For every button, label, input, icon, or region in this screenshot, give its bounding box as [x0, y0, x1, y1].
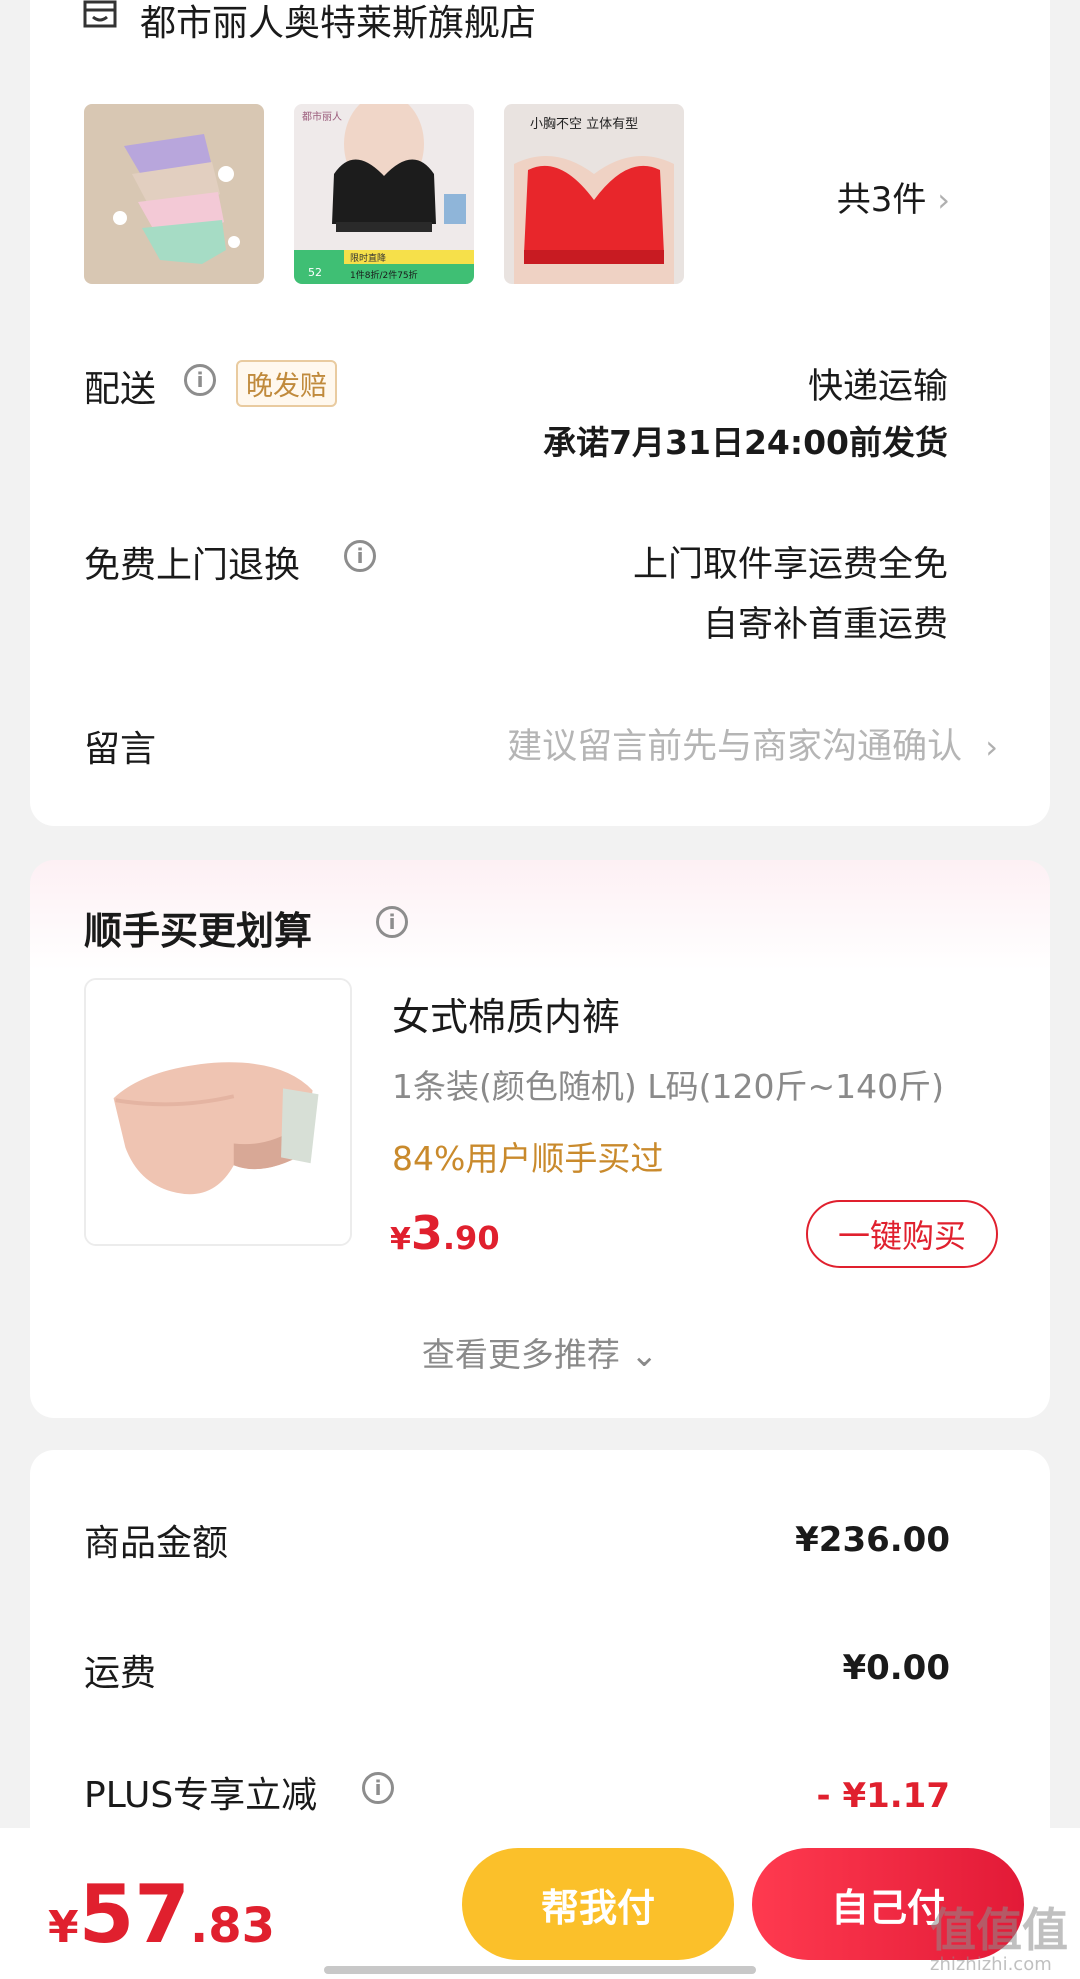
- product-thumb-red-bra[interactable]: 小胸不空 立体有型: [504, 104, 684, 284]
- addon-social-proof: 84%用户顺手买过: [392, 1139, 664, 1178]
- delivery-info-icon[interactable]: i: [184, 364, 216, 396]
- goods-amount-value: ¥236.00: [795, 1520, 950, 1560]
- brand-text: 都市丽人: [302, 110, 342, 123]
- home-indicator[interactable]: [324, 1966, 756, 1974]
- return-line-2: 自寄补首重运费: [702, 605, 948, 645]
- message-placeholder: 建议留言前先与商家沟通确认: [507, 727, 963, 767]
- delivery-label: 配送: [84, 369, 157, 410]
- store-name[interactable]: 都市丽人奥特莱斯旗舰店: [140, 0, 536, 46]
- plus-info-icon[interactable]: i: [362, 1772, 394, 1804]
- shipping-label: 运费: [84, 1653, 157, 1694]
- chevron-right-icon: ›: [985, 728, 998, 766]
- red-bra-caption: 小胸不空 立体有型: [530, 117, 638, 132]
- promo-number: 52: [308, 266, 322, 279]
- more-recommendations-link[interactable]: 查看更多推荐 ⌄: [30, 1328, 1050, 1376]
- addon-product-spec: 1条装(颜色随机) L码(120斤~140斤): [392, 1067, 944, 1106]
- message-input[interactable]: 建议留言前先与商家沟通确认 ›: [507, 718, 998, 769]
- return-info-icon[interactable]: i: [344, 540, 376, 572]
- delivery-promise: 承诺7月31日24:00前发货: [543, 423, 948, 462]
- total-price: ¥57.83: [48, 1868, 275, 1961]
- store-order-card: 都市丽人奥特莱斯旗舰店 都市丽人 限时直降 52 1件8折/2件75折 小胸不空…: [30, 0, 1050, 826]
- plus-discount-value: - ¥1.17: [816, 1776, 951, 1816]
- goods-amount-label: 商品金额: [84, 1523, 229, 1564]
- addon-title: 顺手买更划算: [84, 909, 313, 953]
- plus-discount-label: PLUS专享立减: [84, 1775, 318, 1816]
- shipping-value: ¥0.00: [842, 1648, 950, 1688]
- delivery-method: 快递运输: [807, 367, 948, 407]
- free-return-label: 免费上门退换: [84, 545, 301, 586]
- watermark: 值值值: [930, 1903, 1068, 1957]
- help-me-pay-button[interactable]: 帮我付: [462, 1848, 734, 1960]
- product-thumb-panties[interactable]: [84, 104, 264, 284]
- chevron-down-icon: ⌄: [630, 1335, 659, 1374]
- addon-info-icon[interactable]: i: [376, 906, 408, 938]
- promo-text: 限时直降: [350, 252, 386, 264]
- promo-text-2: 1件8折/2件75折: [350, 269, 418, 281]
- addon-recommendation-card: 顺手买更划算 i 女式棉质内裤 1条装(颜色随机) L码(120斤~140斤) …: [30, 860, 1050, 1418]
- chevron-right-icon: ›: [937, 181, 950, 219]
- message-label: 留言: [84, 729, 157, 770]
- one-click-buy-button[interactable]: 一键购买: [806, 1200, 998, 1268]
- payment-bar: ¥57.83 帮我付 自己付 值值值 zhizhizhi.com: [0, 1828, 1080, 1979]
- item-count-link[interactable]: 共3件 ›: [837, 172, 950, 221]
- late-compensation-badge: 晚发赔: [236, 360, 337, 407]
- store-icon: [82, 0, 118, 30]
- addon-price: ¥3.90: [390, 1206, 500, 1260]
- addon-product-name[interactable]: 女式棉质内裤: [392, 986, 620, 1041]
- more-recommendations-label: 查看更多推荐: [421, 1335, 620, 1374]
- return-line-1: 上门取件享运费全免: [632, 545, 948, 585]
- product-thumb-black-bra[interactable]: 都市丽人 限时直降 52 1件8折/2件75折: [294, 104, 474, 284]
- watermark-url: zhizhizhi.com: [930, 1954, 1052, 1975]
- item-count: 共3件: [836, 180, 927, 220]
- addon-product-image[interactable]: [84, 978, 352, 1246]
